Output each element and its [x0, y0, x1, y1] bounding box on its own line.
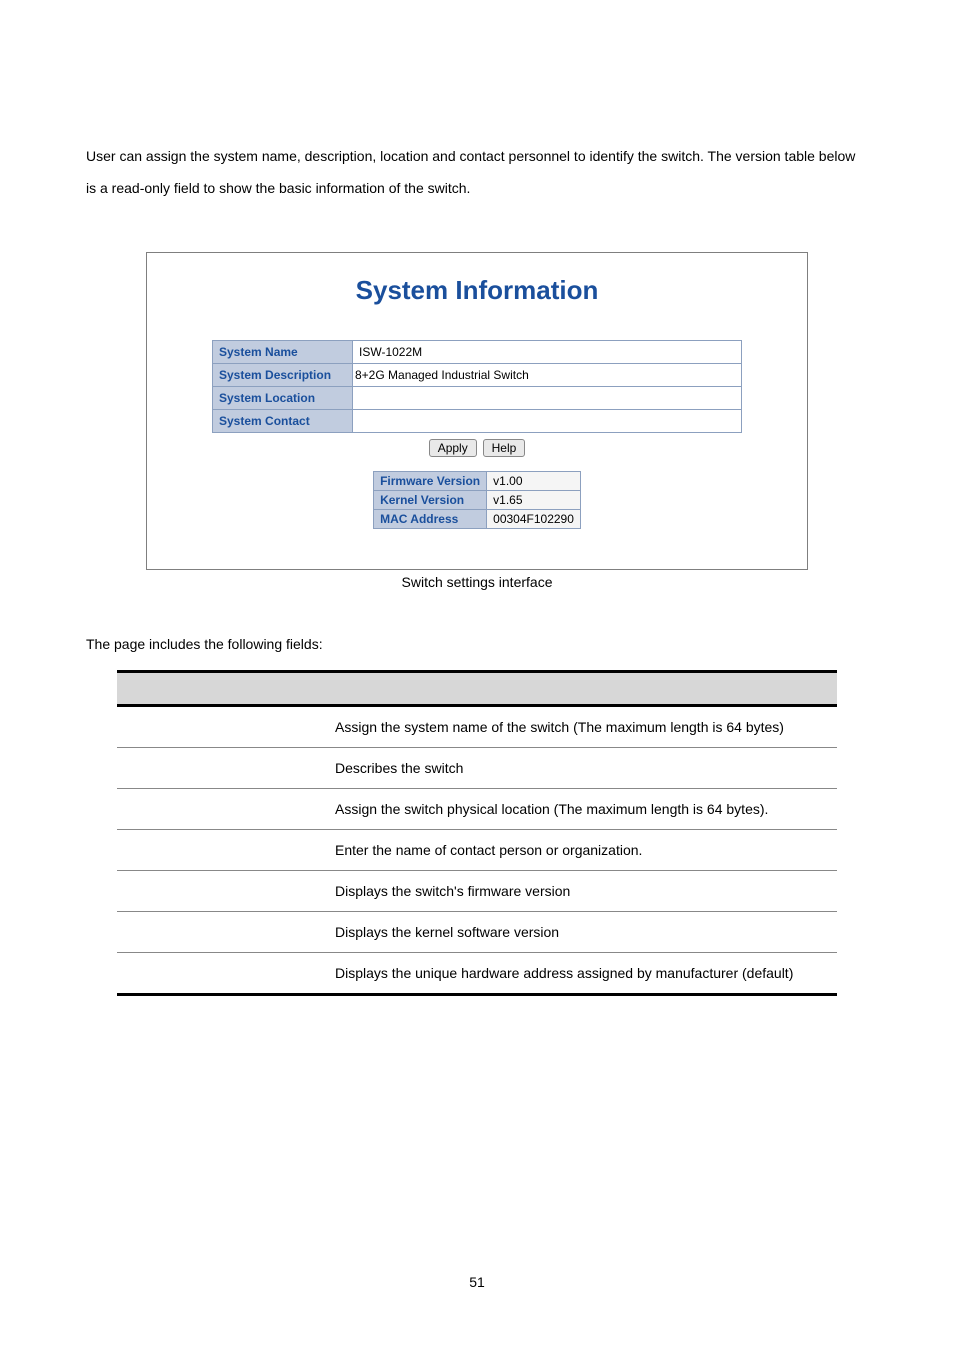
form-row: System Contact: [213, 410, 742, 433]
fields-table: Assign the system name of the switch (Th…: [117, 670, 837, 996]
table-row: Assign the system name of the switch (Th…: [117, 706, 837, 748]
version-label: Firmware Version: [374, 472, 487, 491]
form-input[interactable]: [355, 412, 739, 430]
button-row: Apply Help: [175, 439, 779, 457]
field-object: [117, 953, 327, 995]
table-row: Assign the switch physical location (The…: [117, 789, 837, 830]
version-row: Firmware Versionv1.00: [374, 472, 581, 491]
version-value: v1.65: [487, 491, 581, 510]
field-description: Displays the switch's firmware version: [327, 871, 837, 912]
version-row: Kernel Versionv1.65: [374, 491, 581, 510]
form-label: System Contact: [213, 410, 353, 433]
version-table: Firmware Versionv1.00Kernel Versionv1.65…: [373, 471, 581, 529]
form-row: System Location: [213, 387, 742, 410]
form-value: 8+2G Managed Industrial Switch: [353, 364, 742, 387]
table-row: Describes the switch: [117, 748, 837, 789]
form-row: System Description8+2G Managed Industria…: [213, 364, 742, 387]
form-input[interactable]: [355, 389, 739, 407]
table-row: Displays the kernel software version: [117, 912, 837, 953]
screenshot-panel: System Information System NameSystem Des…: [146, 252, 808, 570]
page-number: 51: [0, 1274, 954, 1290]
table-row: Enter the name of contact person or orga…: [117, 830, 837, 871]
version-row: MAC Address00304F102290: [374, 510, 581, 529]
system-info-form: System NameSystem Description8+2G Manage…: [212, 340, 742, 433]
fields-header-desc: [327, 672, 837, 706]
table-row: Displays the switch's firmware version: [117, 871, 837, 912]
version-value: v1.00: [487, 472, 581, 491]
version-label: MAC Address: [374, 510, 487, 529]
field-description: Displays the unique hardware address ass…: [327, 953, 837, 995]
field-object: [117, 789, 327, 830]
form-row: System Name: [213, 341, 742, 364]
form-label: System Description: [213, 364, 353, 387]
field-description: Describes the switch: [327, 748, 837, 789]
table-row: Displays the unique hardware address ass…: [117, 953, 837, 995]
version-label: Kernel Version: [374, 491, 487, 510]
form-label: System Location: [213, 387, 353, 410]
field-description: Displays the kernel software version: [327, 912, 837, 953]
version-value: 00304F102290: [487, 510, 581, 529]
screenshot-caption: Switch settings interface: [86, 574, 868, 590]
field-object: [117, 748, 327, 789]
form-input[interactable]: [355, 343, 739, 361]
field-description: Assign the switch physical location (The…: [327, 789, 837, 830]
field-object: [117, 706, 327, 748]
help-button[interactable]: Help: [483, 439, 526, 457]
field-object: [117, 912, 327, 953]
field-description: Assign the system name of the switch (Th…: [327, 706, 837, 748]
apply-button[interactable]: Apply: [429, 439, 477, 457]
fields-header-row: [117, 672, 837, 706]
form-label: System Name: [213, 341, 353, 364]
panel-title: System Information: [175, 275, 779, 306]
intro-text: User can assign the system name, descrip…: [86, 140, 868, 204]
field-object: [117, 830, 327, 871]
fields-intro: The page includes the following fields:: [86, 636, 868, 652]
fields-header-object: [117, 672, 327, 706]
field-object: [117, 871, 327, 912]
field-description: Enter the name of contact person or orga…: [327, 830, 837, 871]
